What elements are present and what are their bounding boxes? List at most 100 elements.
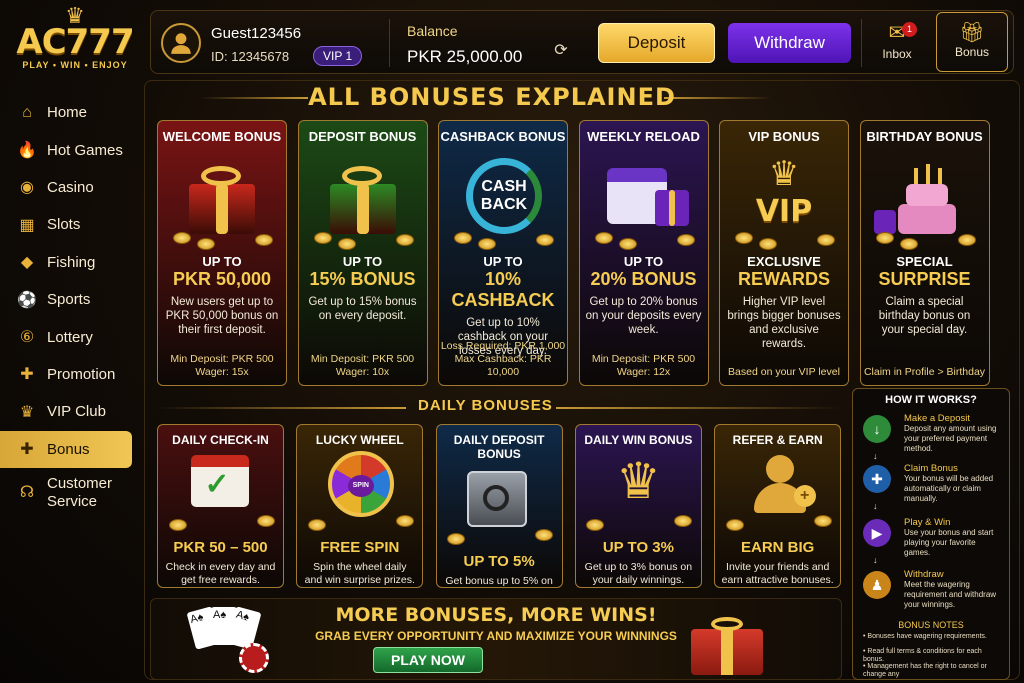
card-amount: REWARDS bbox=[737, 269, 830, 289]
card-kicker: UP TO bbox=[483, 254, 523, 269]
card-description: Higher VIP level brings bigger bonuses a… bbox=[727, 296, 841, 350]
card-kicker: UP TO bbox=[623, 254, 664, 269]
card-description: Get up to 15% bonus on every deposit. bbox=[308, 296, 417, 322]
lucky-wheel-icon: SPIN bbox=[300, 449, 420, 533]
daily-card-description: Check in every day and get free rewards. bbox=[165, 561, 276, 586]
divider bbox=[861, 19, 862, 67]
sidebar-item-fishing[interactable]: ◆ Fishing bbox=[0, 244, 140, 281]
step-title: Withdraw bbox=[904, 569, 944, 580]
deposit-button[interactable]: Deposit bbox=[598, 23, 715, 63]
slot-icon: ▦ bbox=[19, 216, 35, 234]
gift-icon: ✚ bbox=[20, 366, 34, 384]
sidebar-item-casino[interactable]: ◉ Casino bbox=[0, 169, 140, 206]
daily-card-amount: UP TO 5% bbox=[463, 553, 535, 570]
inbox-button[interactable]: ✉ 1 Inbox bbox=[869, 19, 925, 67]
bonus-card-deposit-bonus[interactable]: DEPOSIT BONUS UP TO 15% BONUS Get up to 15%… bbox=[297, 120, 428, 386]
how-step-1: ↓ Make a Deposit Deposit any amount using … bbox=[859, 413, 1009, 461]
vip-crown-icon: ♛ VIP bbox=[729, 150, 839, 250]
sidebar-item-promotion[interactable]: ✚ Promotion bbox=[0, 356, 140, 393]
refresh-icon[interactable]: ⟳ bbox=[551, 41, 571, 61]
gift-box-art bbox=[681, 615, 781, 675]
bonus-notes-title: BONUS NOTES bbox=[898, 620, 964, 630]
daily-card-lucky-wheel[interactable]: LUCKY WHEEL SPIN FREE SPIN Spin the wheel d… bbox=[296, 424, 424, 588]
card-amount: 20% BONUS bbox=[590, 269, 697, 289]
daily-card-refer-earn[interactable]: REFER & EARN + EARN BIG Invite your friends… bbox=[714, 424, 842, 588]
calendar-icon bbox=[589, 150, 699, 250]
avatar[interactable] bbox=[161, 23, 201, 63]
how-it-works-panel: HOW IT WORKS? BONUS NOTES ↓ Make a Deposi… bbox=[852, 388, 1010, 680]
sidebar-item-slots[interactable]: ▦ Slots bbox=[0, 206, 140, 243]
sidebar-item-bonus[interactable]: ✚ Bonus bbox=[0, 430, 132, 468]
card-amount: 15% BONUS bbox=[309, 269, 416, 289]
bonus-card-cashback-bonus[interactable]: CASHBACK BONUS CASH BACK UP TO 10% CASHBACK G… bbox=[438, 120, 568, 386]
page-title: ALL BONUSES EXPLAINED bbox=[308, 83, 676, 111]
arrow-down-icon: ↓ bbox=[873, 451, 878, 461]
card-meta-2: Max Cashback: PKR 10,000 bbox=[454, 353, 552, 378]
sidebar-item-hot-games[interactable]: 🔥 Hot Games bbox=[0, 131, 140, 168]
envelope-icon: ✉ bbox=[888, 22, 906, 44]
withdraw-button[interactable]: Withdraw bbox=[728, 23, 851, 63]
bonus-card-birthday-bonus[interactable]: BIRTHDAY BONUS SPECIAL SURPRISE Claim a spe… bbox=[859, 120, 990, 386]
sidebar-item-home[interactable]: ⌂ Home bbox=[0, 94, 140, 131]
card-amount: 10% CASHBACK bbox=[451, 269, 555, 310]
play-now-button[interactable]: PLAY NOW bbox=[373, 647, 483, 673]
sidebar-item-label: Casino bbox=[47, 178, 94, 196]
sidebar-item-sports[interactable]: ⚽ Sports bbox=[0, 281, 140, 318]
inbox-label: Inbox bbox=[882, 47, 912, 61]
sidebar-item-customer-service[interactable]: ☊ Customer Service bbox=[0, 468, 140, 518]
arrow-down-icon: ↓ bbox=[873, 555, 878, 565]
friends-icon: + bbox=[718, 449, 838, 533]
card-description: Claim a special birthday bonus on your s… bbox=[878, 296, 971, 336]
lottery-icon: ⑥ bbox=[19, 329, 35, 347]
checkin-calendar-icon: ✓ bbox=[161, 449, 281, 533]
app-root: ♛ AC777 PLAY • WIN • ENJOY ⌂ Home 🔥 Hot Gam… bbox=[0, 0, 1024, 683]
vip-badge[interactable]: VIP 1 bbox=[313, 46, 363, 66]
daily-line-left bbox=[156, 407, 406, 409]
card-title: DEPOSIT BONUS bbox=[308, 129, 417, 144]
how-title: HOW IT WORKS? bbox=[885, 394, 977, 406]
card-meta-2: Wager: 12x bbox=[616, 366, 671, 378]
brand-tagline: PLAY • WIN • ENJOY bbox=[22, 60, 128, 70]
daily-card-description: Spin the wheel daily and win surprise pr… bbox=[304, 561, 415, 586]
card-amount: SURPRISE bbox=[878, 269, 971, 289]
card-title: CASHBACK BONUS bbox=[440, 129, 566, 144]
bonus-card-welcome-bonus[interactable]: WELCOME BONUS UP TO PKR 50,000 New users ge… bbox=[157, 120, 287, 386]
card-amount: PKR 50,000 bbox=[172, 269, 272, 289]
bonus-card-vip-bonus[interactable]: VIP BONUS ♛ VIP EXCLUSIVE REWARDS Higher VIP … bbox=[719, 120, 849, 386]
bonus-label: Bonus bbox=[954, 45, 990, 59]
crown-icon: ♛ bbox=[19, 403, 35, 421]
step-description: Use your bonus and start playing your fa… bbox=[904, 528, 994, 557]
bonus-button[interactable]: 🎁︎ Bonus bbox=[936, 12, 1008, 72]
headset-icon: ☊ bbox=[19, 483, 35, 501]
balance-label: Balance bbox=[407, 23, 458, 39]
daily-card-description: Invite your friends and earn attractive … bbox=[721, 561, 834, 586]
bonus-note: • Bonuses have wagering requirements. bbox=[863, 633, 987, 640]
step-title: Make a Deposit bbox=[904, 413, 971, 424]
gift-box-icon bbox=[167, 150, 277, 250]
arrow-down-icon: ↓ bbox=[873, 501, 878, 511]
sidebar-item-label: Fishing bbox=[47, 253, 96, 271]
top-header: Guest123456 ID: 12345678 VIP 1 Balance P… bbox=[150, 10, 1014, 74]
sidebar-item-label: Customer Service bbox=[47, 474, 113, 510]
card-kicker: SPECIAL bbox=[896, 254, 953, 269]
card-kicker: UP TO bbox=[202, 254, 242, 269]
step-icon: ✚ bbox=[863, 465, 891, 493]
daily-card-daily-deposit-bonus[interactable]: DAILY DEPOSIT BONUS UP TO 5% Get bonus up … bbox=[435, 424, 563, 588]
card-kicker: UP TO bbox=[342, 254, 383, 269]
sidebar-item-vip-club[interactable]: ♛ VIP Club bbox=[0, 393, 140, 430]
sidebar: ⌂ Home 🔥 Hot Games ◉ Casino ▦ Slots ◆ Fishing ⚽ Spo… bbox=[0, 94, 140, 518]
safe-icon bbox=[439, 463, 559, 547]
step-icon: ↓ bbox=[863, 415, 891, 443]
step-description: Meet the wagering requirement and withdr… bbox=[904, 580, 997, 609]
cashback-icon: CASH BACK bbox=[448, 150, 558, 250]
balance-value: PKR 25,000.00 bbox=[407, 47, 523, 66]
brand-logo[interactable]: ♛ AC777 PLAY • WIN • ENJOY bbox=[10, 5, 140, 80]
sidebar-item-lottery[interactable]: ⑥ Lottery bbox=[0, 318, 140, 355]
daily-card-daily-check-in[interactable]: DAILY CHECK-IN ✓ PKR 50 – 500 Check in ever… bbox=[157, 424, 284, 588]
sidebar-item-label: Sports bbox=[47, 291, 91, 309]
fish-icon: ◆ bbox=[20, 254, 34, 272]
user-icon bbox=[171, 33, 191, 54]
gift-icon: 🎁︎ bbox=[959, 22, 985, 44]
daily-card-daily-win-bonus[interactable]: DAILY WIN BONUS ♛ UP TO 3% Get up to 3% bon… bbox=[574, 424, 702, 588]
bonus-card-weekly-reload[interactable]: WEEKLY RELOAD UP TO 20% BONUS Get up to 20%… bbox=[578, 120, 709, 386]
